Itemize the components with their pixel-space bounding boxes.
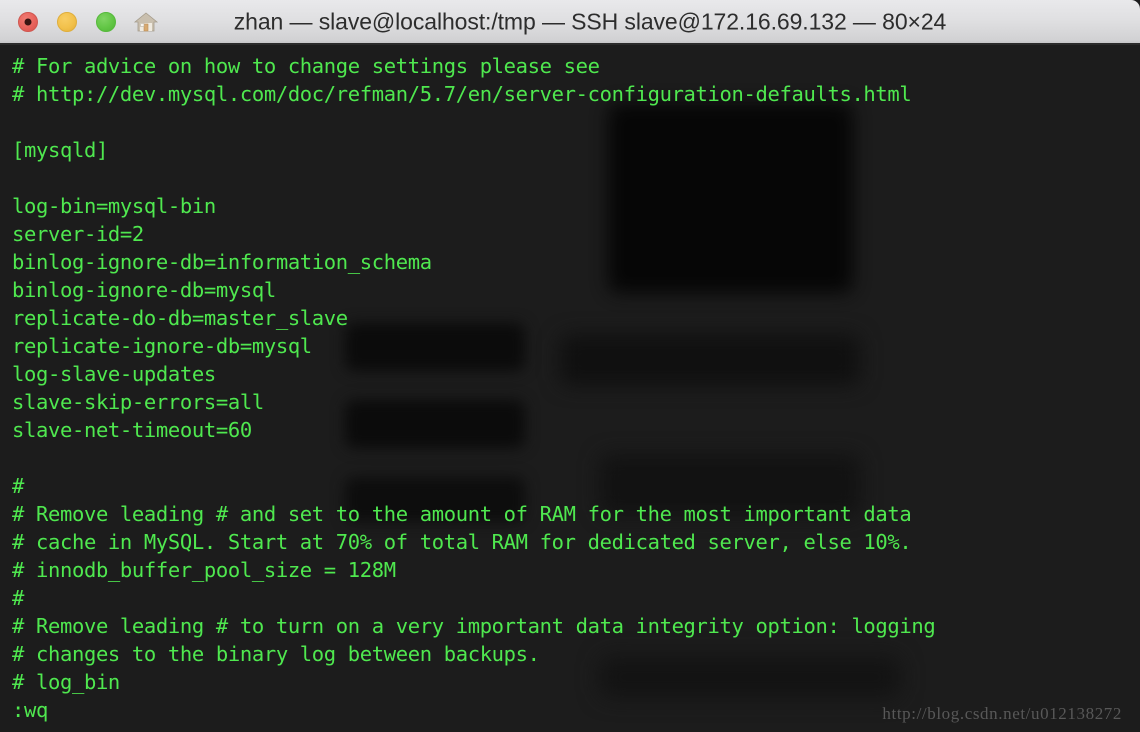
terminal-line: [mysqld] xyxy=(12,138,108,162)
terminal-line: binlog-ignore-db=information_schema xyxy=(12,250,432,274)
terminal-line: # innodb_buffer_pool_size = 128M xyxy=(12,558,396,582)
terminal-line: # xyxy=(12,586,24,610)
terminal-line: # log_bin xyxy=(12,670,120,694)
terminal-line: # Remove leading # to turn on a very imp… xyxy=(12,614,936,638)
watermark: http://blog.csdn.net/u012138272 xyxy=(882,704,1122,723)
terminal-line: slave-net-timeout=60 xyxy=(12,418,252,442)
terminal-line: # xyxy=(12,474,24,498)
terminal-line: log-bin=mysql-bin xyxy=(12,194,216,218)
window-titlebar[interactable]: zhan — slave@localhost:/tmp — SSH slave@… xyxy=(0,0,1140,45)
terminal-line: # Remove leading # and set to the amount… xyxy=(12,502,912,526)
terminal-window: zhan — slave@localhost:/tmp — SSH slave@… xyxy=(0,0,1140,732)
terminal-text: # For advice on how to change settings p… xyxy=(0,45,936,724)
terminal-line: # For advice on how to change settings p… xyxy=(12,54,600,78)
terminal-line: # cache in MySQL. Start at 70% of total … xyxy=(12,530,912,554)
terminal-line: log-slave-updates xyxy=(12,362,216,386)
window-title: zhan — slave@localhost:/tmp — SSH slave@… xyxy=(233,8,947,34)
terminal-line: replicate-ignore-db=mysql xyxy=(12,334,312,358)
terminal-line: server-id=2 xyxy=(12,222,144,246)
terminal-line: # http://dev.mysql.com/doc/refman/5.7/en… xyxy=(12,82,912,106)
terminal-line: :wq xyxy=(12,698,48,722)
terminal-line: binlog-ignore-db=mysql xyxy=(12,278,276,302)
terminal-line: # changes to the binary log between back… xyxy=(12,642,540,666)
terminal-line: slave-skip-errors=all xyxy=(12,390,264,414)
terminal-screen[interactable]: # For advice on how to change settings p… xyxy=(0,45,1140,732)
terminal-line: replicate-do-db=master_slave xyxy=(12,306,348,330)
